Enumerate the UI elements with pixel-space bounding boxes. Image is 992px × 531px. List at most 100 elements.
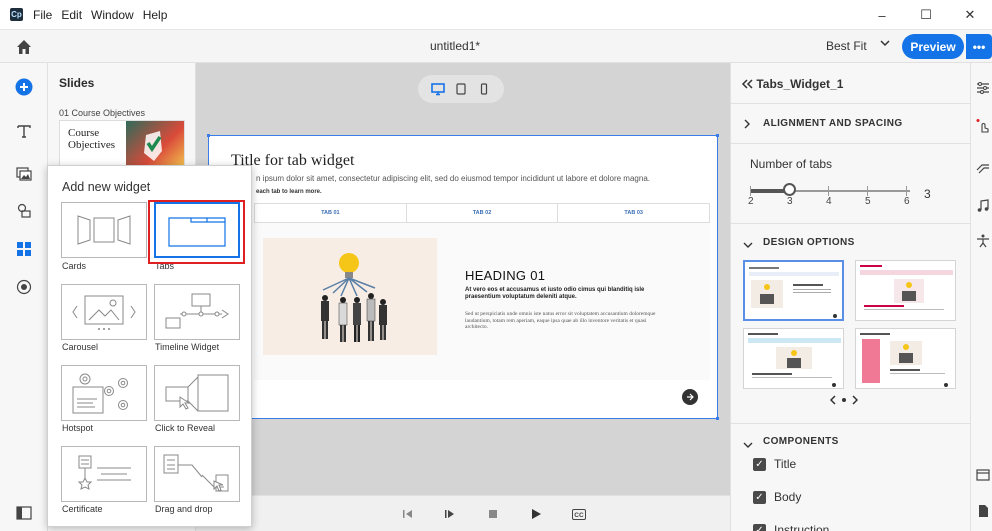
panel-toggle-icon[interactable] — [14, 503, 34, 523]
add-slide-icon[interactable] — [14, 77, 34, 97]
number-of-tabs-label: Number of tabs — [750, 157, 833, 171]
widget-cards[interactable] — [61, 202, 147, 258]
slider-tick-label: 5 — [865, 196, 871, 207]
chevron-down-icon[interactable] — [880, 38, 890, 51]
slider-tick — [906, 186, 907, 196]
play-icon[interactable] — [529, 507, 543, 521]
slide-instruction[interactable]: each tab to learn more. — [256, 189, 322, 195]
number-of-tabs-value[interactable]: 3 — [924, 187, 931, 201]
tab-body-text[interactable]: Sed ut perspiciatis unde omnis iste natu… — [465, 311, 661, 331]
lightbulb-people-image[interactable] — [263, 238, 437, 355]
menu-bar: Cp File Edit Window Help – ☐ ✕ — [0, 0, 992, 30]
component-title-checkbox[interactable]: ✓ Title — [753, 457, 796, 471]
menu-help[interactable]: Help — [143, 8, 168, 22]
checkmark-icon[interactable]: ✓ — [753, 490, 766, 504]
slide-canvas[interactable]: Title for tab widget n ipsum dolor sit a… — [207, 134, 719, 420]
widget-hotspot[interactable] — [61, 365, 147, 421]
media-icon[interactable] — [14, 163, 34, 183]
accessibility-icon[interactable] — [975, 233, 991, 249]
interactions-icon[interactable] — [975, 118, 991, 134]
slider-handle[interactable] — [783, 183, 796, 196]
next-arrow-icon[interactable] — [682, 389, 698, 405]
alignment-section[interactable]: ALIGNMENT AND SPACING — [731, 103, 971, 143]
previous-slide-icon[interactable] — [401, 507, 415, 521]
inspector-header[interactable]: Tabs_Widget_1 — [741, 77, 843, 91]
desktop-view-icon[interactable] — [430, 82, 445, 96]
document-icon[interactable] — [975, 503, 991, 519]
tab-02[interactable]: TAB 02 — [407, 204, 559, 222]
slider-tick-label: 2 — [748, 196, 754, 207]
close-button[interactable]: ✕ — [948, 0, 992, 30]
widget-timeline[interactable] — [154, 284, 240, 340]
right-icon-rail — [970, 63, 992, 531]
zoom-dropdown[interactable]: Best Fit — [826, 39, 867, 53]
widget-certificate[interactable] — [61, 446, 147, 502]
design-pagination[interactable] — [829, 394, 859, 408]
preview-button[interactable]: Preview — [902, 34, 964, 59]
chevron-down-icon[interactable] — [743, 438, 753, 452]
double-chevron-left-icon[interactable] — [741, 77, 756, 91]
chevron-right-icon[interactable] — [743, 118, 751, 132]
stop-icon[interactable] — [486, 507, 500, 521]
checkmark-icon[interactable]: ✓ — [753, 523, 766, 531]
animation-icon[interactable] — [975, 160, 991, 176]
popover-title: Add new widget — [62, 180, 151, 194]
design-option-3[interactable] — [743, 328, 844, 389]
slider-tick — [750, 186, 751, 196]
widget-click-to-reveal[interactable] — [154, 365, 240, 421]
home-icon[interactable] — [14, 37, 34, 57]
slider-tick-label: 6 — [904, 196, 910, 207]
slider-tick — [828, 186, 829, 196]
playback-bar: CC — [196, 495, 730, 531]
svg-text:CC: CC — [574, 512, 584, 519]
menu-file[interactable]: File — [33, 8, 52, 22]
slider-tick-label: 3 — [787, 196, 793, 207]
widgets-icon[interactable] — [14, 239, 34, 259]
widget-carousel[interactable] — [61, 284, 147, 340]
tab-03[interactable]: TAB 03 — [558, 204, 709, 222]
tab-01[interactable]: TAB 01 — [255, 204, 407, 222]
component-label: Body — [774, 490, 802, 504]
menu-window[interactable]: Window — [91, 8, 134, 22]
selection-handle[interactable] — [716, 134, 719, 137]
minimize-button[interactable]: – — [860, 0, 904, 30]
device-toggle — [418, 75, 504, 103]
tablet-view-icon[interactable] — [454, 82, 468, 96]
widget-timeline-label: Timeline Widget — [155, 342, 220, 352]
component-body-checkbox[interactable]: ✓ Body — [753, 490, 801, 504]
components-title: COMPONENTS — [763, 436, 839, 447]
design-option-4[interactable] — [855, 328, 956, 389]
more-options-button[interactable]: ••• — [966, 34, 992, 59]
tab-heading[interactable]: HEADING 01 — [465, 268, 545, 283]
slider-tick — [867, 186, 868, 196]
checkmark-icon[interactable]: ✓ — [753, 457, 766, 471]
component-label: Title — [774, 457, 797, 471]
component-instruction-checkbox[interactable]: ✓ Instruction — [753, 523, 829, 531]
properties-icon[interactable] — [975, 80, 991, 96]
panel-layout-icon[interactable] — [975, 467, 991, 483]
chevron-down-icon[interactable] — [743, 238, 753, 252]
closed-captions-icon[interactable]: CC — [571, 507, 587, 521]
selection-handle[interactable] — [716, 417, 719, 420]
widget-drag-and-drop-label: Drag and drop — [155, 504, 213, 514]
text-icon[interactable] — [14, 121, 34, 141]
slide-body-text[interactable]: n ipsum dolor sit amet, consectetur adip… — [256, 174, 650, 183]
design-option-1[interactable] — [743, 260, 844, 321]
slide-thumbnail[interactable]: Course Objectives — [59, 120, 185, 166]
widget-drag-and-drop[interactable] — [154, 446, 240, 502]
maximize-button[interactable]: ☐ — [904, 0, 948, 30]
next-slide-icon[interactable] — [443, 507, 457, 521]
audio-icon[interactable] — [975, 198, 991, 214]
widget-certificate-label: Certificate — [62, 504, 103, 514]
shapes-icon[interactable] — [14, 201, 34, 221]
slider-tick-label: 4 — [826, 196, 832, 207]
canvas-area: Title for tab widget n ipsum dolor sit a… — [196, 63, 730, 495]
menu-edit[interactable]: Edit — [61, 8, 82, 22]
selection-handle[interactable] — [207, 134, 210, 137]
design-option-2[interactable] — [855, 260, 956, 321]
mobile-view-icon[interactable] — [477, 82, 491, 96]
top-toolbar: untitled1* Best Fit Preview ••• — [0, 30, 992, 63]
slide-label: 01 Course Objectives — [59, 108, 146, 118]
tab-bold-text[interactable]: At vero eos et accusamus et iusto odio c… — [465, 287, 665, 301]
interactions-icon[interactable] — [14, 277, 34, 297]
